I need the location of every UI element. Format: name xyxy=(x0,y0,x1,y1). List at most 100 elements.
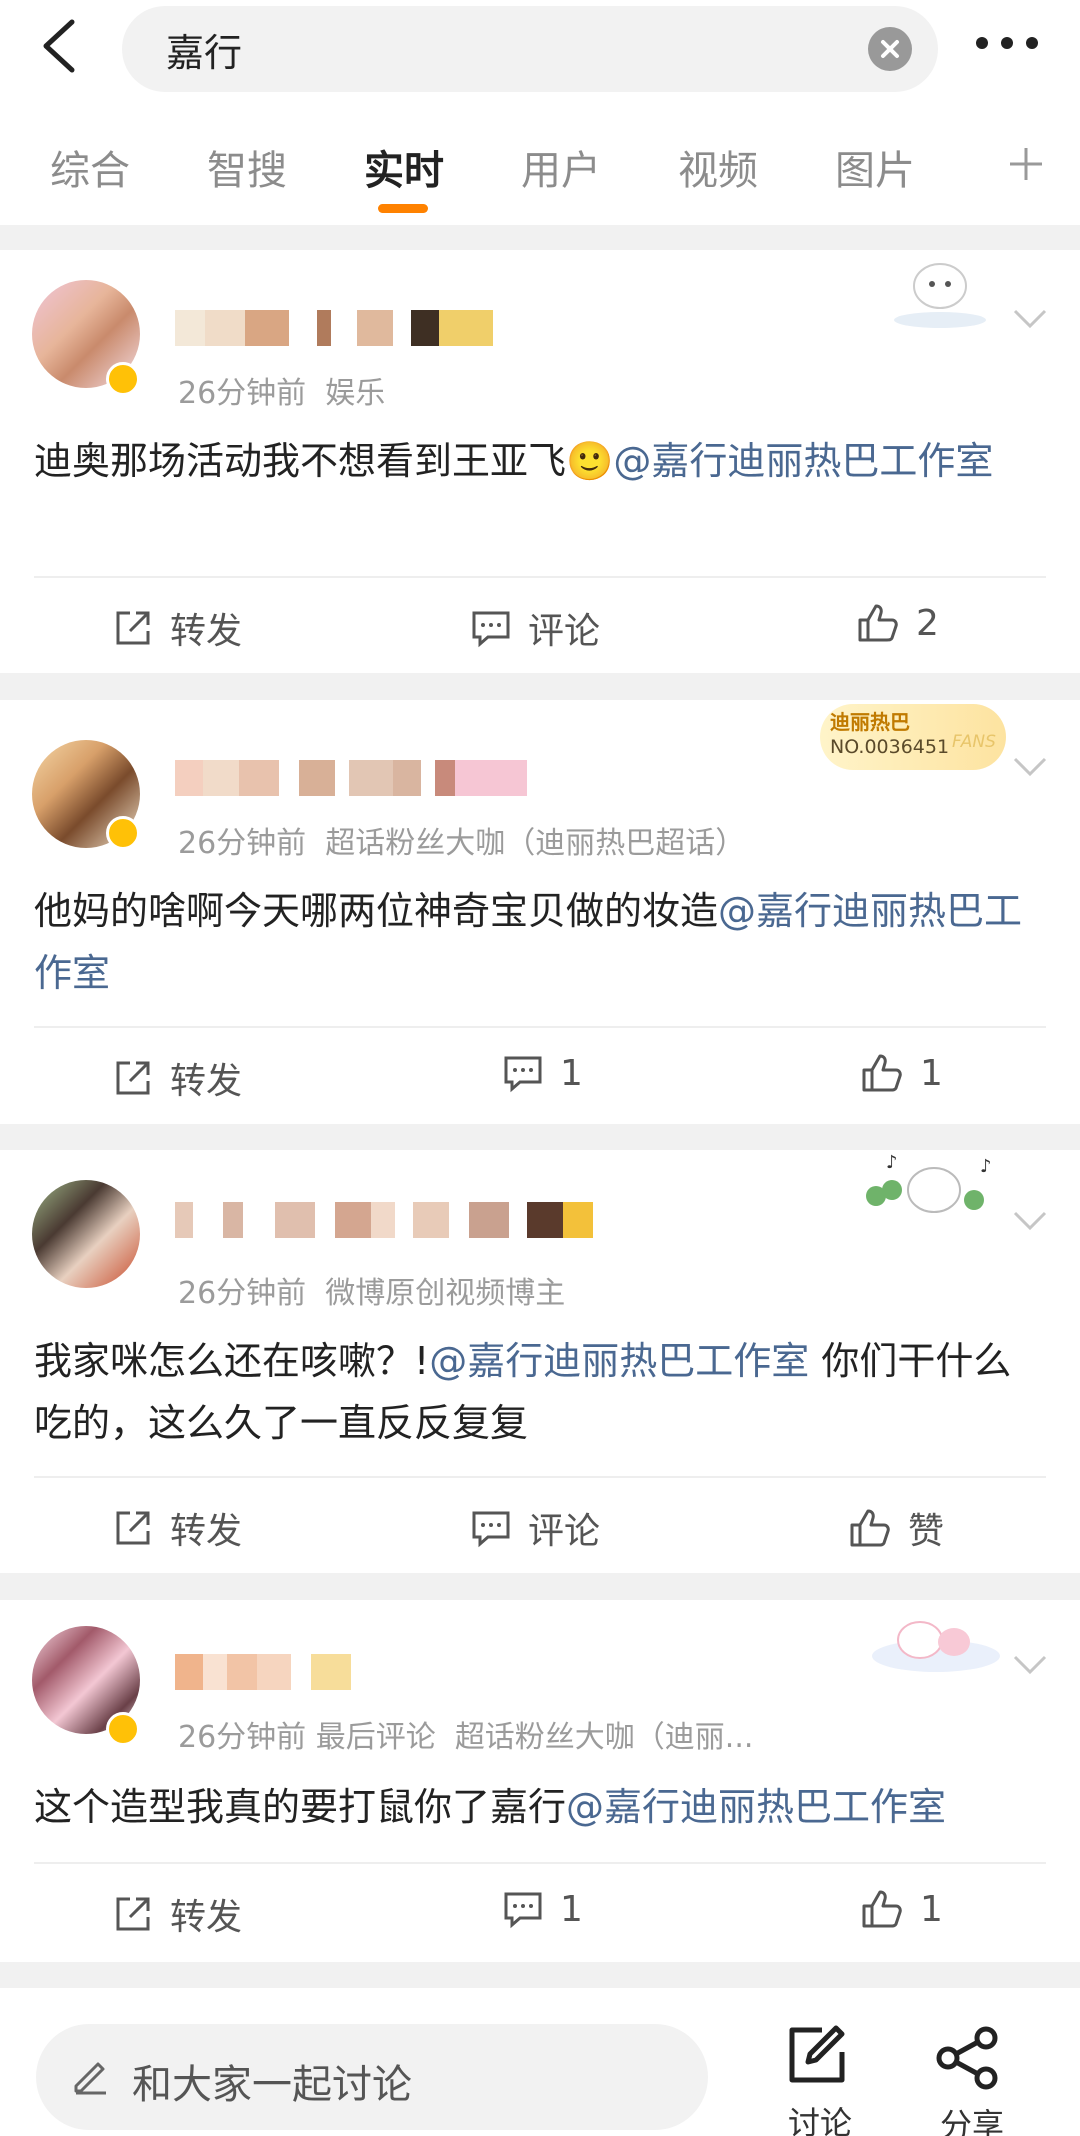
like-button[interactable]: 1 xyxy=(860,1888,943,1930)
tab-bar: 综合 智搜 实时 用户 视频 图片 xyxy=(0,128,1080,213)
divider xyxy=(34,1476,1046,1478)
comment-count: 1 xyxy=(560,1052,583,1094)
repost-button[interactable]: 转发 xyxy=(112,1052,242,1104)
active-tab-indicator xyxy=(378,204,428,213)
repost-button[interactable]: 转发 xyxy=(112,602,242,654)
decoration-clover-icon: ♪ ♪ xyxy=(866,1152,992,1213)
like-button[interactable]: 1 xyxy=(860,1052,943,1094)
search-query: 嘉行 xyxy=(166,31,243,75)
discuss-button[interactable]: 讨论 xyxy=(782,2024,862,2136)
repost-button[interactable]: 转发 xyxy=(112,1888,242,1940)
like-button[interactable]: 赞 xyxy=(848,1502,944,1554)
add-tab-button[interactable] xyxy=(1006,144,1046,184)
like-count: 2 xyxy=(916,602,939,644)
repost-button[interactable]: 转发 xyxy=(112,1502,242,1554)
post-time: 26分钟前 xyxy=(178,1720,307,1755)
post-content[interactable]: 他妈的啥啊今天哪两位神奇宝贝做的妆造@嘉行迪丽热巴工作室 xyxy=(34,880,1034,1004)
plus-icon xyxy=(1010,148,1042,180)
post-source: 最后评论 xyxy=(315,1720,436,1755)
tab-users[interactable]: 用户 xyxy=(521,138,601,196)
chevron-down-icon[interactable] xyxy=(1012,1654,1048,1676)
divider xyxy=(34,1862,1046,1864)
verified-badge-icon xyxy=(106,362,140,396)
comment-button[interactable]: 评论 xyxy=(470,1502,600,1554)
post-source: 微博原创视频博主 xyxy=(325,1276,566,1311)
chevron-down-icon[interactable] xyxy=(1012,1210,1048,1232)
share-button[interactable]: 分享 xyxy=(934,2026,1014,2136)
chevron-down-icon[interactable] xyxy=(1012,308,1048,330)
thumbs-up-icon xyxy=(850,1509,890,1547)
mention-link[interactable]: @嘉行迪丽热巴工作室 xyxy=(429,1339,809,1383)
comment-label: 评论 xyxy=(528,1511,601,1552)
comment-button[interactable]: 1 xyxy=(502,1052,583,1094)
post-card[interactable]: 26分钟前 微博原创视频博主 ♪ ♪ 我家咪怎么还在咳嗽？!@嘉行迪丽热巴工作室 … xyxy=(0,1150,1080,1573)
comment-icon xyxy=(504,1056,542,1093)
smile-emoji-icon: 🙂 xyxy=(566,439,614,483)
thumbs-up-icon xyxy=(862,1054,902,1092)
comment-button[interactable]: 评论 xyxy=(470,602,600,654)
post-card[interactable]: 26分钟前 最后评论 超话粉丝大咖（迪丽... 这个造型我真的要打鼠你了嘉行@嘉… xyxy=(0,1600,1080,1962)
post-source: 娱乐 xyxy=(325,376,386,411)
comment-count: 1 xyxy=(560,1888,583,1930)
edit-square-icon xyxy=(789,2025,845,2083)
tab-images[interactable]: 图片 xyxy=(835,138,915,196)
chevron-left-icon xyxy=(43,19,75,73)
post-time: 26分钟前 xyxy=(178,376,307,411)
tab-comprehensive[interactable]: 综合 xyxy=(50,138,130,196)
tab-smart-search[interactable]: 智搜 xyxy=(207,138,287,196)
like-count: 1 xyxy=(920,1052,943,1094)
svg-text:♪: ♪ xyxy=(886,1152,898,1173)
more-button[interactable] xyxy=(972,28,1042,58)
post-meta: 26分钟前 娱乐 xyxy=(178,368,385,412)
post-content[interactable]: 我家咪怎么还在咳嗽？!@嘉行迪丽热巴工作室 你们干什么吃的，这么久了一直反反复复 xyxy=(34,1330,1034,1454)
thumbs-up-icon xyxy=(862,1890,902,1928)
mention-link[interactable]: @嘉行迪丽热巴工作室 xyxy=(566,1785,946,1829)
discuss-input[interactable]: 和大家一起讨论 xyxy=(36,2024,708,2130)
top-header: 嘉行 综合 智搜 实时 用户 视频 图片 xyxy=(0,0,1080,225)
comment-button[interactable]: 1 xyxy=(502,1888,583,1930)
chevron-down-icon[interactable] xyxy=(1012,756,1048,778)
like-button[interactable]: 2 xyxy=(856,602,939,644)
post-source: 超话粉丝大咖（迪丽热巴超话） xyxy=(325,826,746,861)
verified-badge-icon xyxy=(106,1712,140,1746)
username-blurred[interactable] xyxy=(175,760,527,796)
fan-badge-fans: FANS xyxy=(952,732,996,752)
fan-badge-title: 迪丽热巴 xyxy=(830,710,910,734)
post-meta: 26分钟前 最后评论 超话粉丝大咖（迪丽... xyxy=(178,1712,753,1756)
comment-icon xyxy=(504,1892,542,1929)
tab-realtime[interactable]: 实时 xyxy=(364,138,444,196)
tab-videos[interactable]: 视频 xyxy=(678,138,758,196)
avatar[interactable] xyxy=(32,1180,140,1288)
clear-search-button[interactable] xyxy=(868,27,912,71)
username-blurred[interactable] xyxy=(175,310,493,346)
post-source-2: 超话粉丝大咖（迪丽... xyxy=(454,1720,754,1755)
svg-text:♪: ♪ xyxy=(980,1156,992,1177)
repost-icon xyxy=(116,1897,150,1931)
post-meta: 26分钟前 微博原创视频博主 xyxy=(178,1268,565,1312)
post-text: 他妈的啥啊今天哪两位神奇宝贝做的妆造 xyxy=(34,889,719,933)
comment-icon xyxy=(472,611,510,648)
repost-icon xyxy=(116,1511,150,1545)
repost-icon xyxy=(116,611,150,645)
bottom-bar: 和大家一起讨论 讨论 分享 xyxy=(0,2000,1080,2136)
post-content[interactable]: 迪奥那场活动我不想看到王亚飞🙂@嘉行迪丽热巴工作室 xyxy=(34,430,1034,492)
search-input[interactable]: 嘉行 xyxy=(122,6,938,92)
username-blurred[interactable] xyxy=(175,1202,593,1238)
thumbs-up-icon xyxy=(858,604,898,642)
divider xyxy=(34,1026,1046,1028)
post-time: 26分钟前 xyxy=(178,826,307,861)
fan-badge[interactable]: 迪丽热巴 NO.0036451 FANS xyxy=(820,704,1006,770)
post-card[interactable]: 26分钟前 娱乐 迪奥那场活动我不想看到王亚飞🙂@嘉行迪丽热巴工作室 转发 评论… xyxy=(0,250,1080,673)
back-button[interactable] xyxy=(38,18,82,74)
username-blurred[interactable] xyxy=(175,1654,351,1690)
post-meta: 26分钟前 超话粉丝大咖（迪丽热巴超话） xyxy=(178,818,745,862)
comment-icon xyxy=(472,1511,510,1548)
comment-label: 评论 xyxy=(528,611,601,652)
post-content[interactable]: 这个造型我真的要打鼠你了嘉行@嘉行迪丽热巴工作室 xyxy=(34,1776,1034,1838)
repost-label: 转发 xyxy=(170,1061,243,1102)
post-card[interactable]: 26分钟前 超话粉丝大咖（迪丽热巴超话） 迪丽热巴 NO.0036451 FAN… xyxy=(0,700,1080,1124)
discuss-placeholder: 和大家一起讨论 xyxy=(132,2062,412,2108)
fan-badge-number: NO.0036451 xyxy=(830,736,950,758)
mention-link[interactable]: @嘉行迪丽热巴工作室 xyxy=(613,439,993,483)
like-label: 赞 xyxy=(908,1511,945,1552)
